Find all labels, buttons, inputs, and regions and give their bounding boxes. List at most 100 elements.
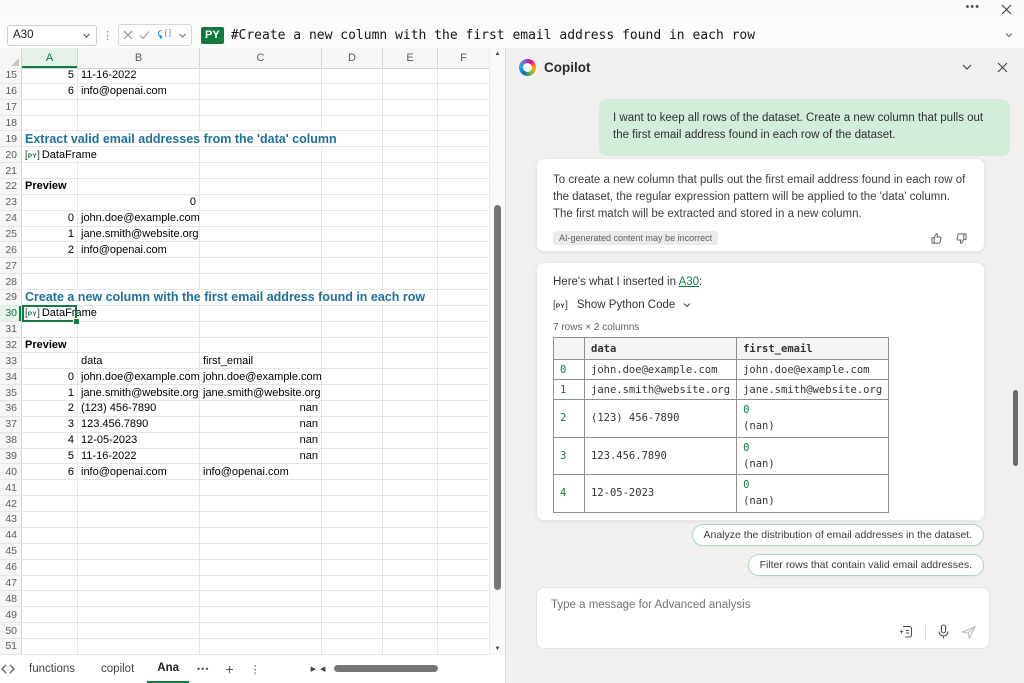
grid-cell-A37[interactable]: 3 xyxy=(22,417,78,432)
row-header-51[interactable]: 51 xyxy=(0,639,22,654)
grid-cell-B16[interactable]: info@openai.com xyxy=(78,84,200,99)
grid-cell-C27[interactable] xyxy=(200,258,322,273)
grid-cell-C38[interactable]: nan xyxy=(200,433,322,448)
grid-cell-C40[interactable]: info@openai.com xyxy=(200,464,322,479)
grid-cell-D48[interactable] xyxy=(322,591,383,606)
grid-cell-A23[interactable] xyxy=(22,195,78,210)
scroll-up-icon[interactable]: ▲ xyxy=(490,51,505,57)
grid-cell-B36[interactable]: (123) 456-7890 xyxy=(78,401,200,416)
grid-cell-B32[interactable] xyxy=(78,338,200,353)
grid-cell-B45[interactable] xyxy=(78,544,200,559)
grid-cell-C50[interactable] xyxy=(200,623,322,638)
grid-cell-B24[interactable]: john.doe@example.com xyxy=(78,211,200,226)
grid-cell-D18[interactable] xyxy=(322,116,383,131)
grid-cell-A18[interactable] xyxy=(22,116,78,131)
grid-cell-B41[interactable] xyxy=(78,480,200,495)
grid-cell-E22[interactable] xyxy=(383,179,438,194)
window-more-options-icon[interactable]: ••• xyxy=(965,1,980,13)
grid-cell-D50[interactable] xyxy=(322,623,383,638)
grid-hscroll-thumb[interactable] xyxy=(334,665,438,672)
grid-cell-E35[interactable] xyxy=(383,385,438,400)
grid-cell-F38[interactable] xyxy=(438,433,490,448)
grid-cell-F47[interactable] xyxy=(438,576,490,591)
grid-cell-A20[interactable]: [PY]DataFrame xyxy=(22,147,78,162)
row-header-42[interactable]: 42 xyxy=(0,496,22,511)
grid-cell-D27[interactable] xyxy=(322,258,383,273)
grid-cell-A17[interactable] xyxy=(22,100,78,115)
row-header-25[interactable]: 25 xyxy=(0,227,22,242)
row-header-29[interactable]: 29 xyxy=(0,290,22,305)
row-header-30[interactable]: 30 xyxy=(0,306,22,321)
grid-cell-E25[interactable] xyxy=(383,227,438,242)
suggestion-pill[interactable]: Analyze the distribution of email addres… xyxy=(692,524,985,546)
grid-cell-A40[interactable]: 6 xyxy=(22,464,78,479)
row-header-23[interactable]: 23 xyxy=(0,195,22,210)
grid-cell-C41[interactable] xyxy=(200,480,322,495)
grid-cell-E26[interactable] xyxy=(383,242,438,257)
grid-cell-D15[interactable] xyxy=(322,68,383,83)
select-all-corner[interactable] xyxy=(0,48,22,68)
grid-cell-D25[interactable] xyxy=(322,227,383,242)
row-header-16[interactable]: 16 xyxy=(0,84,22,99)
row-header-19[interactable]: 19 xyxy=(0,131,22,146)
grid-cell-F39[interactable] xyxy=(438,449,490,464)
python-object-icon[interactable]: [ ] xyxy=(156,29,172,41)
grid-cell-F29[interactable] xyxy=(438,290,490,305)
grid-cell-D31[interactable] xyxy=(322,322,383,337)
grid-cell-C26[interactable] xyxy=(200,242,322,257)
grid-cell-F19[interactable] xyxy=(438,131,490,146)
column-header-f[interactable]: F xyxy=(438,48,490,68)
grid-cell-C17[interactable] xyxy=(200,100,322,115)
row-header-28[interactable]: 28 xyxy=(0,274,22,289)
grid-cell-F28[interactable] xyxy=(438,274,490,289)
grid-cell-D49[interactable] xyxy=(322,607,383,622)
grid-cell-A47[interactable] xyxy=(22,576,78,591)
grid-cell-B39[interactable]: 11-16-2022 xyxy=(78,449,200,464)
grid-cell-D51[interactable] xyxy=(322,639,383,654)
name-box[interactable]: A30 xyxy=(7,25,97,46)
grid-cell-F36[interactable] xyxy=(438,401,490,416)
row-header-36[interactable]: 36 xyxy=(0,401,22,416)
grid-cell-A29[interactable]: Create a new column with the first email… xyxy=(22,290,78,305)
row-header-32[interactable]: 32 xyxy=(0,338,22,353)
grid-cell-E51[interactable] xyxy=(383,639,438,654)
grid-cell-A39[interactable]: 5 xyxy=(22,449,78,464)
grid-cell-A44[interactable] xyxy=(22,528,78,543)
grid-cell-E41[interactable] xyxy=(383,480,438,495)
grid-cell-D40[interactable] xyxy=(322,464,383,479)
grid-cell-E15[interactable] xyxy=(383,68,438,83)
grid-cell-B44[interactable] xyxy=(78,528,200,543)
row-header-24[interactable]: 24 xyxy=(0,211,22,226)
sheet-tab-functions[interactable]: functions xyxy=(16,655,88,683)
grid-cell-B37[interactable]: 123.456.7890 xyxy=(78,417,200,432)
grid-cell-C48[interactable] xyxy=(200,591,322,606)
grid-cell-E50[interactable] xyxy=(383,623,438,638)
grid-cell-F17[interactable] xyxy=(438,100,490,115)
row-header-18[interactable]: 18 xyxy=(0,116,22,131)
grid-cell-E48[interactable] xyxy=(383,591,438,606)
sheet-options-icon[interactable]: ⋮ xyxy=(242,663,269,676)
grid-cell-A21[interactable] xyxy=(22,163,78,178)
grid-cell-A25[interactable]: 1 xyxy=(22,227,78,242)
window-close-icon[interactable] xyxy=(1001,4,1012,15)
grid-cell-C37[interactable]: nan xyxy=(200,417,322,432)
cancel-icon[interactable] xyxy=(123,30,133,40)
grid-cell-E47[interactable] xyxy=(383,576,438,591)
selected-cell-A30[interactable]: [PY]DataFrame xyxy=(22,306,78,321)
row-header-44[interactable]: 44 xyxy=(0,528,22,543)
grid-cell-B27[interactable] xyxy=(78,258,200,273)
column-header-c[interactable]: C xyxy=(200,48,322,68)
grid-cell-E16[interactable] xyxy=(383,84,438,99)
row-header-41[interactable]: 41 xyxy=(0,480,22,495)
row-header-37[interactable]: 37 xyxy=(0,417,22,432)
sheet-tab-copilot[interactable]: copilot xyxy=(88,655,147,683)
show-python-code-toggle[interactable]: [PY] Show Python Code xyxy=(553,299,968,311)
grid-cell-D46[interactable] xyxy=(322,560,383,575)
grid-cell-A34[interactable]: 0 xyxy=(22,369,78,384)
grid-cell-D30[interactable] xyxy=(322,306,383,321)
grid-cell-C20[interactable] xyxy=(200,147,322,162)
column-header-e[interactable]: E xyxy=(383,48,438,68)
grid-cell-F30[interactable] xyxy=(438,306,490,321)
row-header-15[interactable]: 15 xyxy=(0,68,22,83)
grid-cell-E38[interactable] xyxy=(383,433,438,448)
